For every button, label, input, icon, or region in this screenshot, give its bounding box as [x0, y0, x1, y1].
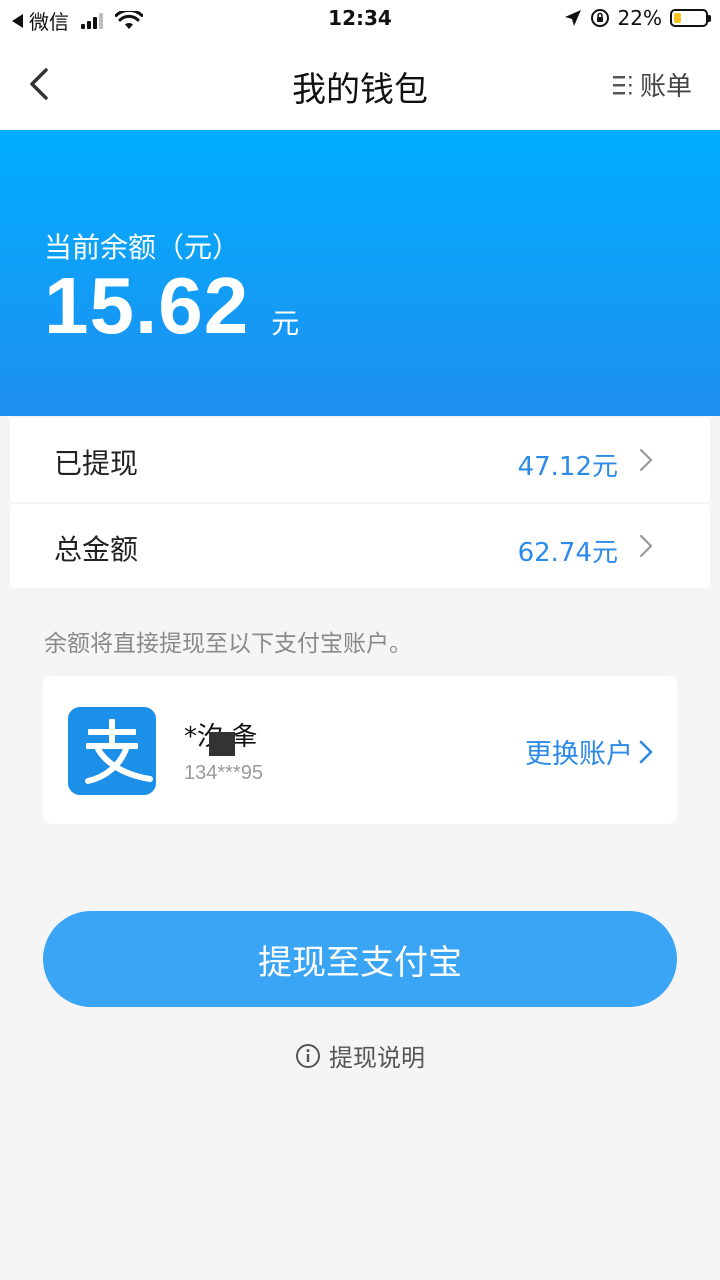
info-icon: [296, 1043, 320, 1068]
list-icon: [612, 75, 632, 94]
battery-level: [674, 13, 681, 23]
status-bar: 微信 12:34 22%: [0, 0, 720, 38]
withdrawn-label: 已提现: [54, 447, 139, 480]
chevron-right-icon: [639, 740, 653, 763]
withdrawn-value: 47.12元: [517, 452, 618, 482]
total-amount-value: 62.74元: [517, 538, 618, 568]
total-amount-label: 总金额: [54, 533, 139, 566]
withdraw-info-label: 提现说明: [329, 1044, 425, 1072]
alipay-logo-icon: [68, 707, 156, 795]
nav-bar: 我的钱包 账单: [0, 38, 720, 130]
withdraw-to-alipay-button[interactable]: 提现至支付宝: [43, 911, 677, 1007]
chevron-right-icon: [639, 534, 653, 558]
battery-icon: [670, 9, 711, 27]
balance-panel: 当前余额（元） 15.62 元: [0, 130, 720, 416]
account-phone: 134***95: [184, 762, 263, 784]
bill-button[interactable]: 账单: [612, 66, 692, 103]
balance-unit: 元: [271, 307, 300, 340]
redaction-mask: [209, 732, 235, 756]
battery-percent: 22%: [617, 6, 662, 30]
total-amount-row[interactable]: 总金额 62.74元: [10, 504, 710, 588]
orientation-lock-icon: [590, 9, 609, 27]
balance-amount: 15.62: [44, 261, 250, 350]
alipay-account-card: *汐 夆 134***95 更换账户: [43, 676, 677, 824]
status-right: 22%: [564, 6, 711, 30]
change-account-label: 更换账户: [525, 739, 633, 770]
change-account-button[interactable]: 更换账户: [525, 732, 655, 771]
bill-label: 账单: [639, 72, 692, 102]
withdrawn-row[interactable]: 已提现 47.12元: [10, 418, 710, 502]
balance-amount-row: 15.62 元: [44, 260, 299, 352]
withdraw-info-link[interactable]: 提现说明: [0, 1038, 720, 1073]
chevron-right-icon: [639, 448, 653, 472]
location-arrow-icon: [564, 10, 581, 26]
withdraw-hint: 余额将直接提现至以下支付宝账户。: [44, 631, 412, 657]
